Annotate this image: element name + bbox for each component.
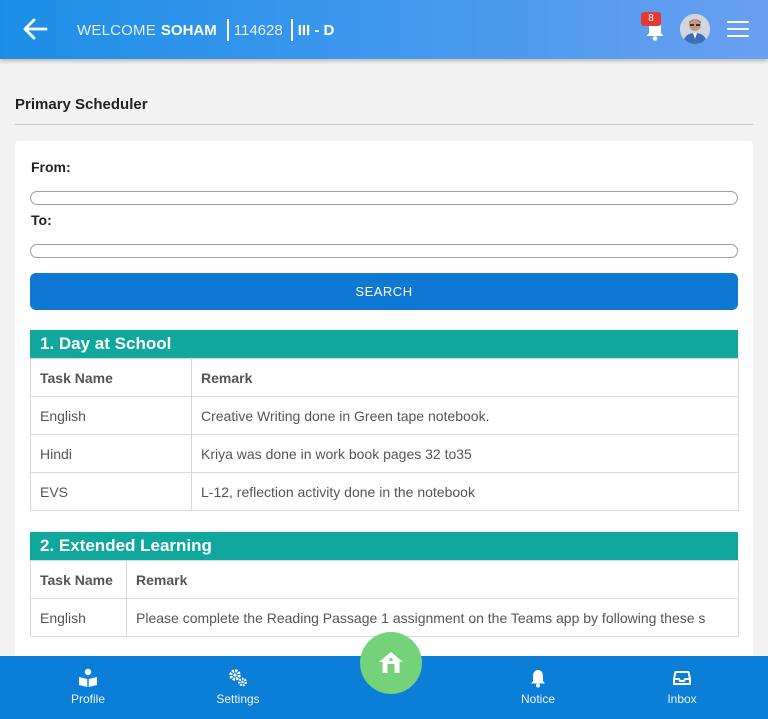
avatar-image-icon [680, 14, 710, 44]
home-button[interactable] [360, 632, 422, 694]
table-header-row: Task Name Remark [30, 358, 739, 397]
user-name: SOHAM [160, 21, 217, 39]
page-title: Primary Scheduler [15, 96, 148, 113]
separator [226, 19, 229, 41]
search-button[interactable]: SEARCH [30, 273, 738, 310]
nav-label: Notice [520, 692, 555, 706]
title-divider [15, 124, 753, 125]
column-header-remark: Remark [126, 560, 739, 599]
nav-settings[interactable]: Settings [188, 656, 288, 719]
user-avatar[interactable] [680, 14, 710, 44]
task-name-cell: Hindi [30, 434, 192, 473]
separator [290, 19, 293, 41]
table-row: English Creative Writing done in Green t… [30, 396, 739, 435]
table-row: English Please complete the Reading Pass… [30, 598, 739, 637]
gears-icon [229, 669, 247, 687]
task-table: Task Name Remark English Please complete… [30, 560, 739, 637]
welcome-text: WELCOME SOHAM 114628 III - D [77, 19, 334, 41]
nav-notice[interactable]: Notice [488, 656, 588, 719]
nav-label: Inbox [667, 692, 697, 706]
hamburger-menu-icon[interactable] [727, 21, 749, 39]
inbox-icon [673, 671, 691, 685]
task-name-cell: EVS [30, 472, 192, 511]
task-name-cell: English [30, 598, 127, 637]
section-extended-learning: 2. Extended Learning Task Name Remark En… [30, 532, 739, 637]
nav-inbox[interactable]: Inbox [632, 656, 732, 719]
column-header-remark: Remark [191, 358, 739, 397]
column-header-task-name: Task Name [30, 358, 192, 397]
class-section: III - D [297, 21, 335, 39]
from-date-input[interactable] [30, 191, 738, 205]
scheduler-card: From: To: SEARCH 1. Day at School Task N… [15, 141, 753, 661]
section-title: 1. Day at School [30, 330, 738, 358]
table-row: Hindi Kriya was done in work book pages … [30, 434, 739, 473]
column-header-task-name: Task Name [30, 560, 127, 599]
nav-label: Settings [216, 692, 260, 706]
menu-bar [727, 35, 749, 37]
welcome-label: WELCOME [77, 21, 156, 39]
remark-cell: Kriya was done in work book pages 32 to3… [191, 434, 739, 473]
task-name-cell: English [30, 396, 192, 435]
task-table: Task Name Remark English Creative Writin… [30, 358, 739, 511]
reader-icon [79, 668, 97, 687]
remark-cell: Creative Writing done in Green tape note… [191, 396, 739, 435]
back-arrow-icon[interactable] [22, 17, 48, 41]
remark-cell: Please complete the Reading Passage 1 as… [126, 598, 739, 637]
bell-icon [531, 670, 545, 688]
section-title: 2. Extended Learning [30, 532, 738, 560]
menu-bar [727, 21, 749, 23]
top-app-bar: WELCOME SOHAM 114628 III - D 8 [0, 0, 768, 59]
remark-cell: L-12, reflection activity done in the no… [191, 472, 739, 511]
nav-profile[interactable]: Profile [38, 656, 138, 719]
home-icon [379, 652, 403, 673]
notification-count-badge: 8 [641, 12, 661, 26]
section-day-at-school: 1. Day at School Task Name Remark Englis… [30, 330, 739, 511]
menu-bar [727, 28, 749, 30]
table-row: EVS L-12, reflection activity done in th… [30, 472, 739, 511]
table-header-row: Task Name Remark [30, 560, 739, 599]
user-id: 114628 [233, 21, 283, 39]
from-label: From: [31, 159, 71, 175]
to-date-input[interactable] [30, 244, 738, 258]
nav-label: Profile [70, 692, 105, 706]
to-label: To: [31, 212, 52, 228]
